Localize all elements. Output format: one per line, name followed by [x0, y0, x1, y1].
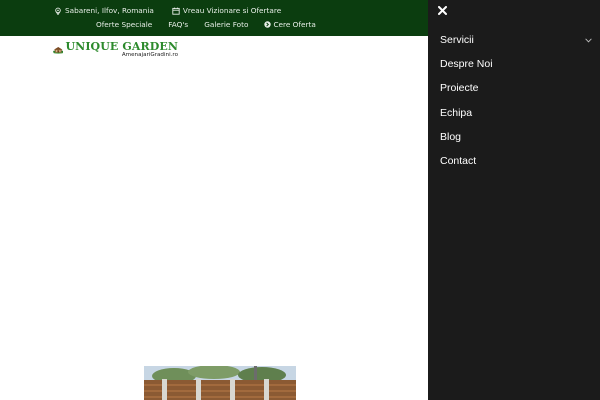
request-offer-link[interactable]: Cere Oferta [264, 20, 316, 29]
faq-link[interactable]: FAQ's [168, 20, 188, 29]
side-menu-item-servicii[interactable]: Servicii [440, 28, 592, 52]
location-text: Sabareni, Ilfov, Romania [65, 6, 154, 15]
side-menu-label: Servicii [440, 34, 474, 47]
side-menu-item-despre-noi[interactable]: Despre Noi [440, 52, 592, 76]
side-menu-label: Despre Noi [440, 58, 493, 71]
side-menu-label: Contact [440, 155, 477, 168]
garden-fence-photo [144, 366, 296, 400]
arrow-circle-icon [264, 21, 272, 28]
side-navigation-panel: Servicii Despre Noi Proiecte Echipa Blog… [428, 0, 600, 400]
special-offers-link[interactable]: Oferte Speciale [96, 20, 152, 29]
side-menu-label: Echipa [440, 106, 473, 119]
site-logo[interactable]: UNIQUE GARDEN AmenajariGradini.ro [53, 39, 178, 61]
side-menu-label: Proiecte [440, 82, 479, 95]
side-menu-item-echipa[interactable]: Echipa [440, 101, 592, 125]
close-icon[interactable] [437, 5, 447, 15]
chevron-down-icon[interactable] [584, 36, 592, 44]
logo-house-icon [53, 47, 64, 54]
side-menu-label: Blog [440, 130, 462, 143]
logo-domain-text: AmenajariGradini.ro [121, 52, 178, 59]
location-info: Sabareni, Ilfov, Romania [54, 6, 154, 15]
visit-request-link[interactable]: Vreau Vizionare si Ofertare [172, 6, 281, 15]
top-bar-links-row: Oferte Speciale FAQ's Galerie Foto Cere … [96, 20, 316, 29]
side-menu-item-contact[interactable]: Contact [440, 149, 592, 173]
logo-brand-text: UNIQUE GARDEN [65, 40, 178, 54]
side-menu-item-blog[interactable]: Blog [440, 125, 592, 149]
top-bar: Sabareni, Ilfov, Romania Vreau Vizionare… [0, 0, 428, 36]
photo-gallery-link[interactable]: Galerie Foto [204, 20, 248, 29]
side-menu-item-proiecte[interactable]: Proiecte [440, 76, 592, 100]
visit-request-text: Vreau Vizionare si Ofertare [182, 6, 282, 15]
calendar-icon [172, 7, 180, 15]
location-pin-icon [54, 7, 62, 15]
side-menu-list: Servicii Despre Noi Proiecte Echipa Blog… [440, 28, 592, 173]
request-offer-text: Cere Oferta [273, 20, 316, 29]
top-bar-contact-row: Sabareni, Ilfov, Romania Vreau Vizionare… [54, 6, 281, 15]
